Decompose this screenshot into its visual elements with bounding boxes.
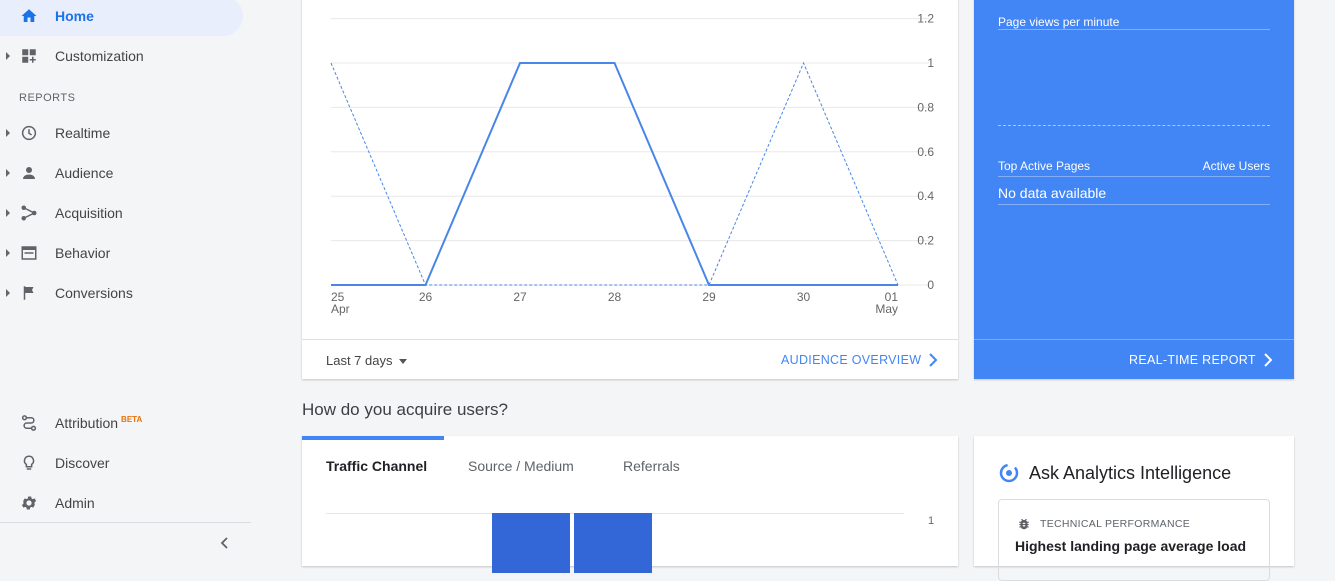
divider xyxy=(998,204,1270,205)
sessions-line-chart: 1.210.80.60.40.2025Apr26 27 28 29 30 01May xyxy=(330,12,934,316)
expand-caret-icon xyxy=(6,169,10,177)
chevron-right-icon[interactable] xyxy=(1263,353,1273,367)
card-title: Ask Analytics Intelligence xyxy=(1029,463,1232,483)
tab-traffic-channel[interactable]: Traffic Channel xyxy=(326,458,427,474)
primary-series-line xyxy=(331,62,898,286)
acquisition-icon xyxy=(20,204,38,222)
bar xyxy=(492,513,570,573)
collapse-sidebar-icon[interactable] xyxy=(218,536,232,550)
expand-caret-icon xyxy=(6,249,10,257)
top-active-pages-header: Top Active Pages xyxy=(998,159,1091,173)
home-icon xyxy=(20,7,38,25)
section-title: How do you acquire users? xyxy=(302,400,509,419)
x-tick-label: 30 xyxy=(797,290,811,304)
active-tab-indicator xyxy=(302,436,444,440)
sidebar-item-attribution[interactable]: Attribution BETA xyxy=(0,403,251,443)
gear-icon xyxy=(20,494,38,512)
page-views-baseline xyxy=(998,125,1270,126)
attribution-label: Attribution xyxy=(55,415,119,431)
sidebar-item-label: Acquisition xyxy=(55,205,123,221)
analytics-intelligence-card: Ask Analytics Intelligence TECHNICAL PER… xyxy=(974,436,1294,581)
sidebar-item-acquisition[interactable]: Acquisition xyxy=(0,193,251,233)
sidebar-divider xyxy=(0,522,251,523)
sidebar-item-conversions[interactable]: Conversions xyxy=(0,273,251,313)
sidebar-item-customization[interactable]: Customization xyxy=(0,36,251,76)
sidebar-item-home[interactable]: Home xyxy=(0,0,243,36)
y-tick-label: 0 xyxy=(927,278,934,292)
sidebar-item-label: Discover xyxy=(55,455,110,471)
y-tick-label: 0.4 xyxy=(917,189,934,203)
sidebar-item-label: Home xyxy=(55,8,94,24)
audience-overview-card: 1.2 1 0.8 0.6 0.4 0.2 0 25 Apr 26 27 28 29 30 01 May La… xyxy=(302,0,958,379)
expand-caret-icon xyxy=(6,289,10,297)
sidebar-item-discover[interactable]: Discover xyxy=(0,443,251,483)
date-range-selector[interactable]: Last 7 days xyxy=(326,353,407,368)
sidebar-item-realtime[interactable]: Realtime xyxy=(0,113,251,153)
tab-source-medium[interactable]: Source / Medium xyxy=(468,458,574,474)
insight-headline: Highest landing page average load xyxy=(1015,538,1247,554)
date-range-label: Last 7 days xyxy=(326,353,393,368)
sidebar-item-label: Realtime xyxy=(55,125,111,141)
page-views-label: Page views per minute xyxy=(998,15,1120,29)
y-tick-label: 0.6 xyxy=(917,145,934,159)
y-tick-label: 1 xyxy=(927,56,934,70)
y-tick-label: 1 xyxy=(928,515,935,527)
audience-overview-link[interactable]: AUDIENCE OVERVIEW xyxy=(781,353,921,367)
divider xyxy=(998,29,1270,30)
sidebar-item-label: Admin xyxy=(55,495,95,511)
lightbulb-icon xyxy=(20,454,38,472)
sidebar-item-audience[interactable]: Audience xyxy=(0,153,251,193)
sidebar-item-label: Customization xyxy=(55,48,144,64)
y-tick-label: 1.2 xyxy=(917,12,934,26)
x-tick-sublabel: May xyxy=(875,302,898,316)
insight-card[interactable]: TECHNICAL PERFORMANCE Highest landing pa… xyxy=(998,499,1270,581)
x-tick-sublabel: Apr xyxy=(331,302,350,316)
attribution-path-icon xyxy=(20,414,38,432)
expand-caret-icon xyxy=(6,52,10,60)
expand-caret-icon xyxy=(6,129,10,137)
card-divider xyxy=(302,339,958,340)
card-divider xyxy=(974,339,1294,340)
tab-referrals[interactable]: Referrals xyxy=(623,458,680,474)
x-tick-label: 29 xyxy=(702,290,716,304)
person-icon xyxy=(20,164,38,182)
chevron-right-icon[interactable] xyxy=(928,353,938,367)
sidebar-item-behavior[interactable]: Behavior xyxy=(0,233,251,273)
browser-window-icon xyxy=(20,244,38,262)
x-tick-label: 28 xyxy=(608,290,622,304)
bug-icon xyxy=(1017,517,1031,531)
y-tick-label: 0.2 xyxy=(917,234,934,248)
divider xyxy=(998,176,1270,177)
sidebar-item-label: Behavior xyxy=(55,245,111,261)
realtime-card: Page views per minute Top Active Pages A… xyxy=(974,0,1294,379)
y-tick-label: 0.8 xyxy=(917,100,934,114)
x-tick-label: 26 xyxy=(419,290,433,304)
reports-header: REPORTS xyxy=(19,92,76,104)
sidebar-item-label: Conversions xyxy=(55,285,133,301)
analytics-intelligence-icon xyxy=(998,462,1020,484)
sidebar-item-label: Attribution BETA xyxy=(55,415,142,431)
sidebar-item-admin[interactable]: Admin xyxy=(0,483,251,523)
beta-badge: BETA xyxy=(121,415,143,424)
comparison-series-line xyxy=(330,61,899,286)
dashboard-add-icon xyxy=(20,47,38,65)
expand-caret-icon xyxy=(6,209,10,217)
acquisition-card: Traffic Channel Source / Medium Referral… xyxy=(302,436,958,573)
sidebar: Home Customization REPORTS Realtime Audi… xyxy=(0,0,251,554)
dropdown-caret-icon xyxy=(398,359,407,365)
flag-icon xyxy=(20,284,38,302)
active-users-header: Active Users xyxy=(1202,159,1270,173)
bar xyxy=(574,513,652,573)
realtime-report-link[interactable]: REAL-TIME REPORT xyxy=(1129,353,1256,367)
x-tick-label: 27 xyxy=(513,290,527,304)
insight-category: TECHNICAL PERFORMANCE xyxy=(1040,518,1191,530)
no-data-message: No data available xyxy=(998,185,1107,201)
clock-icon xyxy=(20,124,38,142)
sidebar-item-label: Audience xyxy=(55,165,114,181)
